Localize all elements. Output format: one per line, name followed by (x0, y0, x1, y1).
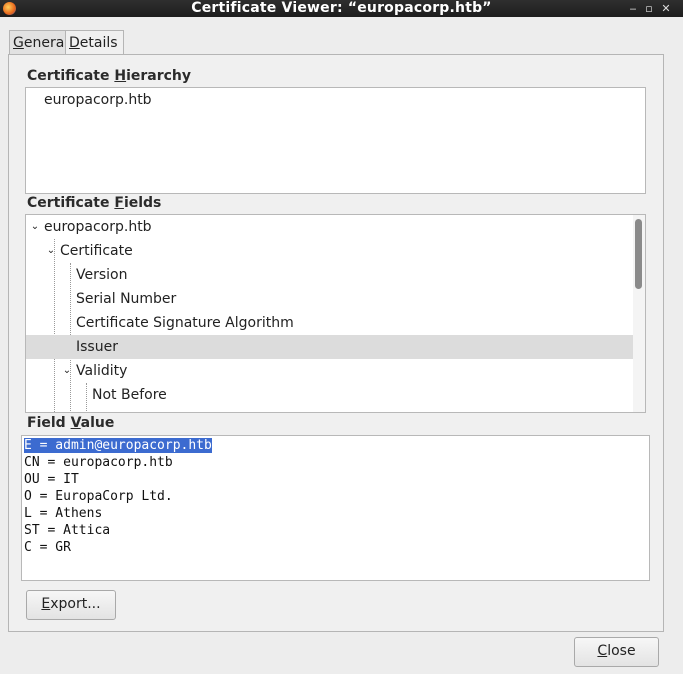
scrollbar-thumb[interactable] (635, 219, 642, 289)
tree-row-label: Certificate (60, 243, 133, 259)
tree-row[interactable]: Certificate Signature Algorithm (26, 311, 633, 335)
tab-general-label: eneral (23, 35, 69, 51)
value-heading: Field Value (27, 415, 115, 431)
hierarchy-heading: Certificate Hierarchy (27, 68, 192, 84)
value-line: L = Athens (24, 506, 103, 521)
tree-row-label: Issuer (76, 339, 118, 355)
tree-row-label: Not Before (92, 387, 167, 403)
tab-general[interactable]: General (9, 30, 68, 55)
chevron-down-icon[interactable]: ⌄ (62, 359, 72, 383)
tree-row[interactable]: ⌄ Certificate (26, 239, 633, 263)
tree-row[interactable]: ⌄ Validity (26, 359, 633, 383)
tree-row[interactable]: ⌄ europacorp.htb (26, 215, 633, 239)
tree-row-label: Serial Number (76, 291, 177, 307)
tree-row-label: Version (76, 267, 128, 283)
fields-tree[interactable]: ⌄ europacorp.htb ⌄ Certificate Version S… (25, 214, 646, 413)
value-line: ST = Attica (24, 523, 111, 538)
field-value-text[interactable]: E = admin@europacorp.htb CN = europacorp… (21, 435, 650, 581)
tree-row-selected[interactable]: Issuer (26, 335, 633, 359)
tree-row-label: Validity (76, 363, 128, 379)
window-title: Certificate Viewer: “europacorp.htb” (191, 0, 492, 16)
hierarchy-item[interactable]: europacorp.htb (44, 92, 152, 108)
value-line: O = EuropaCorp Ltd. (24, 489, 173, 504)
value-line: E = admin@europacorp.htb (24, 438, 212, 453)
fields-heading: Certificate Fields (27, 195, 162, 211)
tree-row[interactable]: Not Before (26, 383, 633, 407)
tree-row-label: europacorp.htb (44, 219, 152, 235)
details-panel: Certificate Hierarchy europacorp.htb Cer… (8, 54, 664, 632)
tree-row[interactable]: Version (26, 263, 633, 287)
chevron-down-icon[interactable]: ⌄ (30, 215, 40, 239)
value-line: C = GR (24, 540, 71, 555)
tab-details-label: etails (79, 35, 118, 51)
maximize-icon[interactable]: ▫ (641, 0, 657, 17)
tab-details-mnemonic: D (69, 35, 80, 51)
fields-scrollbar[interactable] (633, 215, 645, 412)
hierarchy-tree[interactable]: europacorp.htb (25, 87, 646, 194)
value-line: OU = IT (24, 472, 79, 487)
tab-details[interactable]: Details (65, 30, 124, 56)
export-button[interactable]: Export... (26, 590, 116, 620)
minimize-icon[interactable]: ‒ (625, 0, 641, 17)
chevron-down-icon[interactable]: ⌄ (46, 239, 56, 263)
value-line: CN = europacorp.htb (24, 455, 173, 470)
tab-general-mnemonic: G (13, 35, 24, 51)
close-button[interactable]: Close (574, 637, 659, 667)
tree-row-label: Certificate Signature Algorithm (76, 315, 294, 331)
window-titlebar[interactable]: Certificate Viewer: “europacorp.htb” ‒ ▫… (0, 0, 683, 17)
close-icon[interactable]: ✕ (658, 0, 674, 17)
tree-row[interactable]: Serial Number (26, 287, 633, 311)
